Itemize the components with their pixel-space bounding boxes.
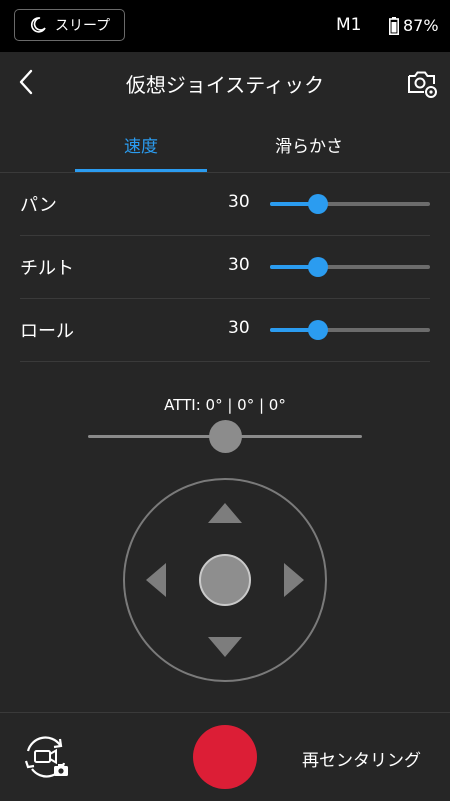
tilt-label: チルト bbox=[20, 258, 74, 279]
status-bar: スリープ M1 87% bbox=[0, 0, 450, 52]
bottom-bar: 再センタリング bbox=[0, 712, 450, 801]
atti-readout: ATTI: 0° | 0° | 0° bbox=[164, 396, 286, 414]
pan-value: 30 bbox=[228, 192, 250, 212]
arrow-up-icon[interactable] bbox=[208, 503, 242, 523]
sleep-label: スリープ bbox=[55, 18, 111, 34]
moon-icon bbox=[30, 17, 46, 33]
pan-slider[interactable] bbox=[270, 194, 430, 214]
pan-row: パン 30 bbox=[20, 173, 430, 236]
tab-speed[interactable]: 速度 bbox=[75, 132, 207, 157]
tab-smoothness[interactable]: 滑らかさ bbox=[243, 132, 375, 157]
roll-label: ロール bbox=[20, 321, 74, 342]
tilt-value: 30 bbox=[228, 255, 250, 275]
tilt-slider[interactable] bbox=[270, 257, 430, 277]
battery-percent: 87% bbox=[403, 16, 439, 35]
pan-slider-thumb[interactable] bbox=[308, 194, 328, 214]
sleep-button[interactable]: スリープ bbox=[14, 9, 125, 41]
roll-value: 30 bbox=[228, 318, 250, 338]
switch-camera-mode-icon[interactable] bbox=[20, 735, 72, 779]
atti-slider-thumb[interactable] bbox=[209, 420, 242, 453]
arrow-down-icon[interactable] bbox=[208, 637, 242, 657]
camera-settings-icon[interactable] bbox=[406, 67, 438, 99]
tilt-row: チルト 30 bbox=[20, 236, 430, 299]
roll-row: ロール 30 bbox=[20, 299, 430, 362]
roll-slider[interactable] bbox=[270, 320, 430, 340]
pan-label: パン bbox=[20, 195, 57, 216]
mode-indicator: M1 bbox=[336, 15, 362, 35]
record-button[interactable] bbox=[193, 725, 257, 789]
header: 仮想ジョイスティック bbox=[0, 52, 450, 112]
recenter-button[interactable]: 再センタリング bbox=[302, 746, 421, 771]
page-title: 仮想ジョイスティック bbox=[125, 73, 325, 97]
battery-status: 87% bbox=[389, 16, 439, 35]
battery-icon bbox=[389, 16, 399, 35]
tilt-slider-thumb[interactable] bbox=[308, 257, 328, 277]
roll-slider-thumb[interactable] bbox=[308, 320, 328, 340]
joystick-knob[interactable] bbox=[199, 554, 251, 606]
arrow-right-icon[interactable] bbox=[284, 563, 304, 597]
active-tab-indicator bbox=[75, 169, 207, 172]
tab-bar: 速度 滑らかさ bbox=[0, 112, 450, 173]
arrow-left-icon[interactable] bbox=[146, 563, 166, 597]
